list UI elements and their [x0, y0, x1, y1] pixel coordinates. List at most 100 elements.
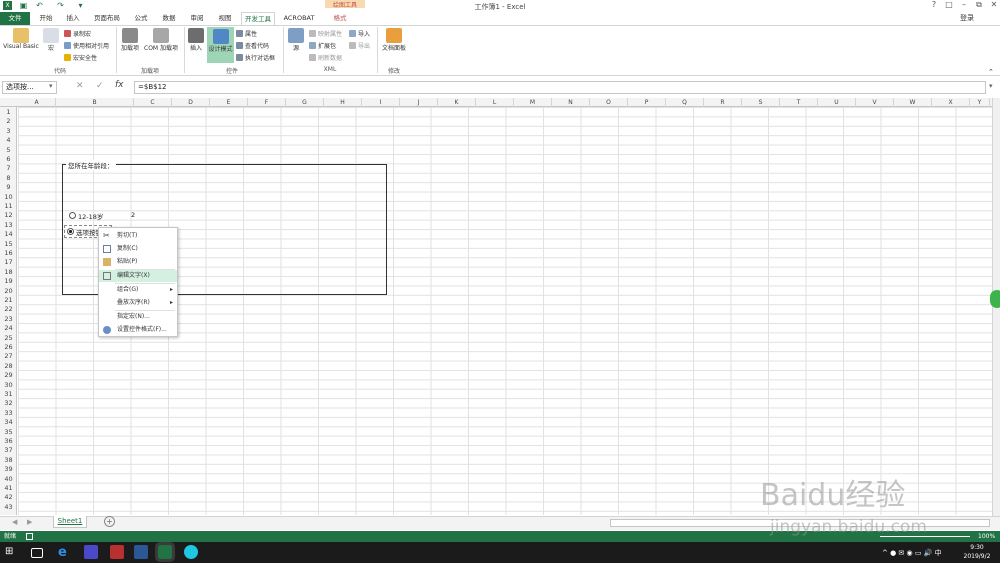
- insert-control-button[interactable]: 插入: [187, 28, 205, 52]
- row-header-29[interactable]: 29: [0, 371, 17, 380]
- row-header-37[interactable]: 37: [0, 446, 17, 455]
- windows-start-icon[interactable]: ⊞: [5, 546, 13, 557]
- column-header-u[interactable]: U: [818, 98, 856, 107]
- column-header-g[interactable]: G: [286, 98, 324, 107]
- row-header-18[interactable]: 18: [0, 268, 17, 277]
- redo-icon[interactable]: ↷: [56, 1, 65, 10]
- expansion-packs-button[interactable]: 扩展包: [309, 41, 336, 50]
- com-addins-button[interactable]: COM 加载项: [142, 28, 180, 52]
- app-icon-2[interactable]: [110, 545, 124, 559]
- view-code-button[interactable]: 查看代码: [236, 41, 269, 50]
- column-header-q[interactable]: Q: [666, 98, 704, 107]
- macro-record-icon[interactable]: [26, 533, 33, 540]
- document-panel-button[interactable]: 文档面板: [380, 28, 408, 52]
- row-header-28[interactable]: 28: [0, 362, 17, 371]
- cancel-icon[interactable]: ✕: [76, 81, 84, 91]
- row-header-36[interactable]: 36: [0, 437, 17, 446]
- column-header-r[interactable]: R: [704, 98, 742, 107]
- menu-item-edit-text[interactable]: 编辑文字(X): [99, 270, 177, 282]
- row-header-20[interactable]: 20: [0, 287, 17, 296]
- collapse-ribbon-icon[interactable]: ⌃: [988, 68, 994, 76]
- menu-item-order[interactable]: 叠放次序(R) ▸: [99, 297, 177, 309]
- excel-taskbar-icon[interactable]: [155, 542, 175, 562]
- column-header-y[interactable]: Y: [970, 98, 990, 107]
- row-header-1[interactable]: 1: [0, 108, 17, 117]
- login-link[interactable]: 登录: [960, 13, 974, 23]
- option-button-radio[interactable]: [69, 212, 76, 219]
- undo-icon[interactable]: ↶: [35, 1, 44, 10]
- next-sheet-icon[interactable]: ▶: [27, 518, 32, 526]
- option-button-radio-selected[interactable]: [67, 228, 74, 235]
- column-header-b[interactable]: B: [56, 98, 134, 107]
- design-mode-button[interactable]: 设计模式: [207, 27, 234, 63]
- row-header-31[interactable]: 31: [0, 390, 17, 399]
- relative-reference-button[interactable]: 使用相对引用: [64, 41, 109, 50]
- row-header-5[interactable]: 5: [0, 146, 17, 155]
- customize-qat-icon[interactable]: ▾: [76, 1, 85, 10]
- save-icon[interactable]: ▣: [19, 1, 28, 10]
- row-header-21[interactable]: 21: [0, 296, 17, 305]
- row-header-12[interactable]: 12: [0, 211, 17, 220]
- addins-button[interactable]: 加载项: [119, 28, 141, 52]
- menu-item-assign-macro[interactable]: 指定宏(N)...: [99, 311, 177, 323]
- menu-item-group[interactable]: 组合(G) ▸: [99, 284, 177, 296]
- row-header-35[interactable]: 35: [0, 428, 17, 437]
- row-header-2[interactable]: 2: [0, 117, 17, 126]
- row-header-41[interactable]: 41: [0, 484, 17, 493]
- column-header-v[interactable]: V: [856, 98, 894, 107]
- restore-button[interactable]: ⧉: [971, 0, 987, 11]
- tab-home[interactable]: 开始: [33, 12, 59, 25]
- row-header-32[interactable]: 32: [0, 399, 17, 408]
- export-button[interactable]: 导出: [349, 41, 370, 50]
- row-header-10[interactable]: 10: [0, 193, 17, 202]
- expand-formula-icon[interactable]: ▾: [989, 82, 993, 90]
- row-header-26[interactable]: 26: [0, 343, 17, 352]
- minimize-button[interactable]: –: [956, 0, 972, 11]
- column-header-p[interactable]: P: [628, 98, 666, 107]
- column-header-m[interactable]: M: [514, 98, 552, 107]
- column-header-i[interactable]: I: [362, 98, 400, 107]
- tab-review[interactable]: 审阅: [184, 12, 210, 25]
- row-header-13[interactable]: 13: [0, 221, 17, 230]
- row-header-19[interactable]: 19: [0, 277, 17, 286]
- row-header-7[interactable]: 7: [0, 164, 17, 173]
- row-header-4[interactable]: 4: [0, 136, 17, 145]
- row-header-15[interactable]: 15: [0, 240, 17, 249]
- row-header-23[interactable]: 23: [0, 315, 17, 324]
- column-header-l[interactable]: L: [476, 98, 514, 107]
- sheet-tab[interactable]: Sheet1: [53, 516, 87, 528]
- side-helper-icon[interactable]: [990, 290, 1000, 308]
- column-header-x[interactable]: X: [932, 98, 970, 107]
- row-header-6[interactable]: 6: [0, 155, 17, 164]
- menu-item-paste[interactable]: 粘贴(P): [99, 256, 177, 268]
- map-properties-button[interactable]: 映射属性: [309, 29, 342, 38]
- row-header-40[interactable]: 40: [0, 475, 17, 484]
- tab-insert[interactable]: 插入: [60, 12, 86, 25]
- tab-file[interactable]: 文件: [0, 12, 30, 25]
- macro-security-button[interactable]: 宏安全性: [64, 53, 97, 62]
- column-header-t[interactable]: T: [780, 98, 818, 107]
- row-header-33[interactable]: 33: [0, 409, 17, 418]
- row-header-42[interactable]: 42: [0, 493, 17, 502]
- xml-source-button[interactable]: 源: [288, 28, 304, 52]
- close-button[interactable]: ✕: [986, 0, 1000, 11]
- column-header-s[interactable]: S: [742, 98, 780, 107]
- row-header-34[interactable]: 34: [0, 418, 17, 427]
- row-header-11[interactable]: 11: [0, 202, 17, 211]
- menu-item-copy[interactable]: 复制(C): [99, 243, 177, 255]
- row-header-22[interactable]: 22: [0, 305, 17, 314]
- row-header-17[interactable]: 17: [0, 258, 17, 267]
- row-header-3[interactable]: 3: [0, 127, 17, 136]
- ribbon-display-icon[interactable]: □: [941, 0, 957, 11]
- enter-icon[interactable]: ✓: [96, 81, 104, 91]
- insert-function-icon[interactable]: fx: [115, 80, 124, 90]
- refresh-data-button[interactable]: 刷新数据: [309, 53, 342, 62]
- column-header-e[interactable]: E: [210, 98, 248, 107]
- import-button[interactable]: 导入: [349, 29, 370, 38]
- help-icon[interactable]: ?: [926, 0, 942, 11]
- row-header-39[interactable]: 39: [0, 465, 17, 474]
- row-header-14[interactable]: 14: [0, 230, 17, 239]
- properties-button[interactable]: 属性: [236, 29, 257, 38]
- column-header-a[interactable]: A: [18, 98, 56, 107]
- row-header-38[interactable]: 38: [0, 456, 17, 465]
